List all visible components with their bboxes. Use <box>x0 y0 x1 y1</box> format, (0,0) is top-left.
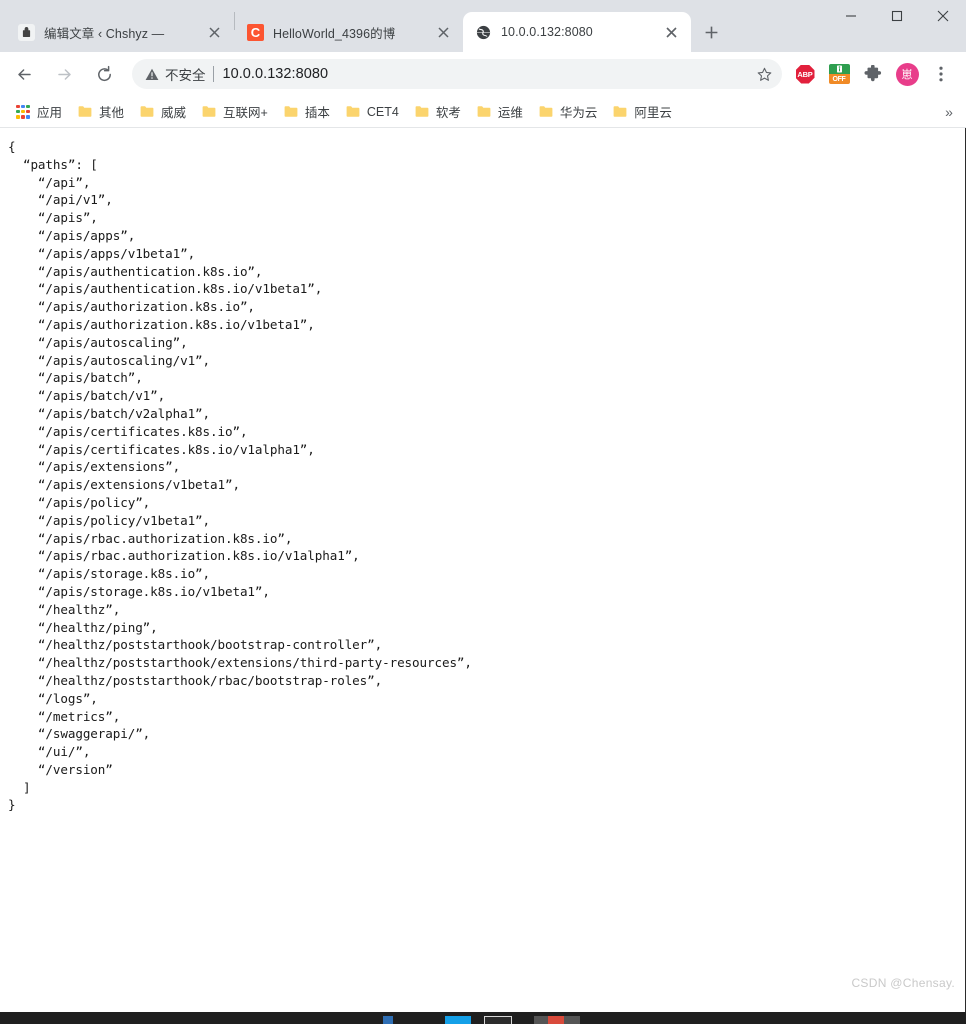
https-off-top <box>828 64 850 74</box>
folder-icon <box>140 105 154 118</box>
tab-close-button[interactable] <box>661 22 681 42</box>
new-tab-button[interactable] <box>697 18 725 46</box>
bookmarks-bar: 应用 其他 威威 互联网+ 插本 CET4 软考 运维 华为云 阿里云 » <box>0 96 966 128</box>
folder-icon <box>415 105 429 118</box>
https-off-bottom: OFF <box>828 74 850 84</box>
bookmark-label: 插本 <box>304 106 330 120</box>
browser-window: 编辑文章 ‹ Chshyz — C HelloWorld_4396的博 10.0… <box>0 0 966 1024</box>
https-off-badge: OFF <box>828 64 850 84</box>
bookmarks-overflow-button[interactable]: » <box>938 101 960 123</box>
csdn-c-icon: C <box>247 23 264 41</box>
browser-tab-2[interactable]: C HelloWorld_4396的博 <box>235 12 463 52</box>
folder-icon <box>346 105 360 118</box>
bookmark-folder-5[interactable]: 软考 <box>407 100 469 124</box>
warning-triangle-icon <box>145 68 159 81</box>
browser-toolbar: 不安全 10.0.0.132:8080 ABP OFF 崽 <box>0 52 966 96</box>
bookmark-label: CET4 <box>366 104 399 119</box>
back-button[interactable] <box>7 57 41 91</box>
folder-icon <box>78 105 92 118</box>
forward-button[interactable] <box>47 57 81 91</box>
globe-icon <box>475 24 492 41</box>
bookmark-folder-1[interactable]: 威威 <box>132 100 194 124</box>
avatar-initial: 崽 <box>895 62 919 86</box>
tab-title: 编辑文章 ‹ Chshyz — <box>44 26 165 41</box>
tab-title: HelloWorld_4396的博 <box>273 26 396 41</box>
bookmark-label: 互联网+ <box>223 106 268 120</box>
taskbar-item-5[interactable] <box>548 1016 564 1024</box>
bookmark-folder-7[interactable]: 华为云 <box>531 100 606 124</box>
lock-icon <box>18 23 35 41</box>
extensions-puzzle-icon[interactable] <box>859 60 887 88</box>
os-taskbar <box>0 1012 966 1024</box>
url-text[interactable]: 10.0.0.132:8080 <box>223 66 751 82</box>
tab-strip: 编辑文章 ‹ Chshyz — C HelloWorld_4396的博 10.0… <box>0 0 966 52</box>
csdn-watermark: CSDN @Chensay. <box>851 976 955 990</box>
profile-avatar[interactable]: 崽 <box>893 60 921 88</box>
bookmark-folder-2[interactable]: 互联网+ <box>194 100 276 124</box>
bookmark-label: 威威 <box>161 106 187 120</box>
adblock-plus-icon[interactable]: ABP <box>791 60 819 88</box>
bookmark-label: 软考 <box>435 106 461 120</box>
close-window-button[interactable] <box>920 0 966 32</box>
bookmark-label: 应用 <box>37 106 63 120</box>
https-off-icon[interactable]: OFF <box>825 60 853 88</box>
bookmark-label: 华为云 <box>559 106 598 120</box>
bookmark-label: 阿里云 <box>634 106 672 120</box>
security-status-text: 不安全 <box>165 68 206 83</box>
tab-close-button[interactable] <box>204 22 224 42</box>
taskbar-item-1[interactable] <box>383 1016 393 1024</box>
bookmark-folder-6[interactable]: 运维 <box>469 100 531 124</box>
bookmark-folder-4[interactable]: CET4 <box>338 100 407 124</box>
minimize-button[interactable] <box>828 0 874 32</box>
apps-grid-icon <box>16 104 30 119</box>
reload-button[interactable] <box>87 57 121 91</box>
folder-icon <box>613 105 627 118</box>
maximize-button[interactable] <box>874 0 920 32</box>
browser-menu-button[interactable] <box>927 60 955 88</box>
json-response-body: { “paths”: [ “/api”, “/api/v1”, “/apis”,… <box>8 139 472 813</box>
folder-icon <box>202 105 216 118</box>
taskbar-item-3[interactable] <box>484 1016 512 1024</box>
bookmark-folder-3[interactable]: 插本 <box>276 100 338 124</box>
omnibox-divider <box>212 66 214 82</box>
browser-tab-1[interactable]: 编辑文章 ‹ Chshyz — <box>6 12 234 52</box>
window-controls <box>828 0 966 52</box>
bookmark-folder-8[interactable]: 阿里云 <box>605 100 680 124</box>
folder-icon <box>477 105 491 118</box>
folder-icon <box>539 105 553 118</box>
bookmark-folder-0[interactable]: 其他 <box>70 100 132 124</box>
page-viewport: { “paths”: [ “/api”, “/api/v1”, “/apis”,… <box>0 128 966 1012</box>
folder-icon <box>284 105 298 118</box>
bookmark-label: 运维 <box>497 106 523 120</box>
tab-title: 10.0.0.132:8080 <box>501 25 593 39</box>
taskbar-item-2[interactable] <box>445 1016 471 1024</box>
tab-close-button[interactable] <box>433 22 453 42</box>
browser-tab-3-active[interactable]: 10.0.0.132:8080 <box>463 12 691 52</box>
bookmark-apps[interactable]: 应用 <box>8 100 70 124</box>
address-bar[interactable]: 不安全 10.0.0.132:8080 <box>132 59 782 89</box>
bookmark-star-icon[interactable] <box>750 60 778 88</box>
abp-label: ABP <box>795 64 815 84</box>
bookmark-label: 其他 <box>99 106 125 120</box>
